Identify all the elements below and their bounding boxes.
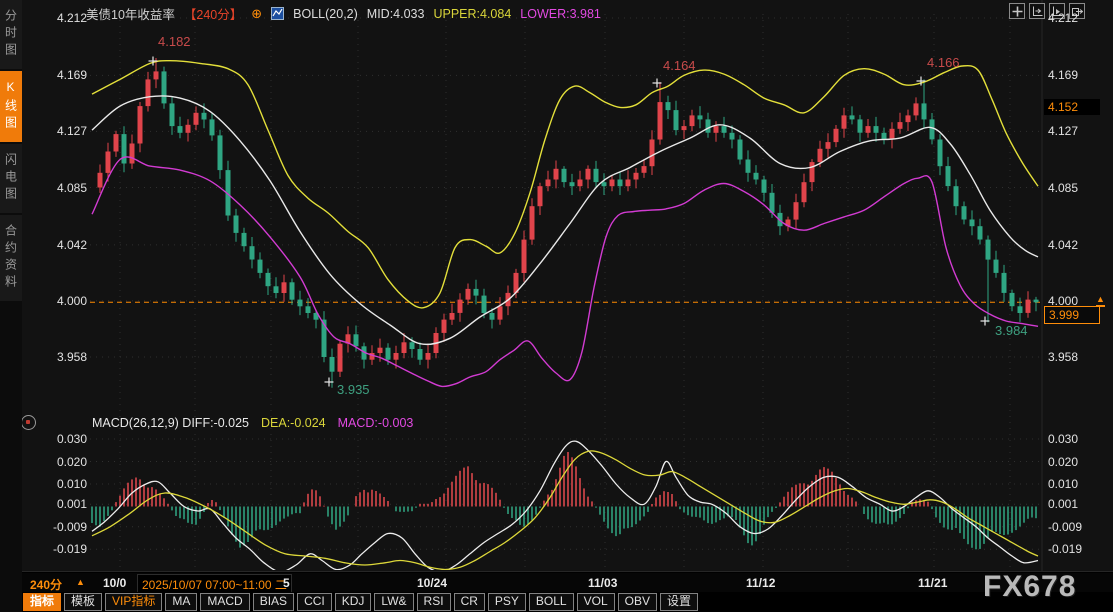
toolbar-button-lw[interactable]: LW& (374, 593, 413, 611)
toolbar-button-cci[interactable]: CCI (297, 593, 332, 611)
sidebar-tab-lightning[interactable]: 闪电图 (0, 144, 22, 213)
sidebar-tab-time-share[interactable]: 分时图 (0, 0, 22, 69)
chart-window-controls (1009, 3, 1085, 19)
toolbar-button-kdj[interactable]: KDJ (335, 593, 372, 611)
toolbar-button-macd[interactable]: MACD (200, 593, 249, 611)
sidebar-tab-contract-info[interactable]: 合约资料 (0, 215, 22, 301)
toolbar-button-obv[interactable]: OBV (618, 593, 657, 611)
toolbar-button-vip-indicator[interactable]: VIP指标 (105, 593, 162, 611)
period-tag[interactable]: 240分 (30, 576, 62, 593)
indicator-toolbar: 指标模板VIP指标MAMACDBIASCCIKDJLW&RSICRPSYBOLL… (0, 592, 1113, 612)
toolbar-button-psy[interactable]: PSY (488, 593, 526, 611)
sidebar-tab-candlestick[interactable]: K线图 (0, 71, 22, 142)
toolbar-button-settings[interactable]: 设置 (660, 593, 698, 611)
toolbar-button-boll[interactable]: BOLL (529, 593, 574, 611)
pop-out-icon[interactable] (1069, 3, 1085, 19)
pane-marker-icon[interactable] (21, 415, 36, 430)
toolbar-button-indicator[interactable]: 指标 (23, 593, 61, 611)
toolbar-button-ma[interactable]: MA (165, 593, 197, 611)
toolbar-button-template[interactable]: 模板 (64, 593, 102, 611)
pan-icon[interactable] (1009, 3, 1025, 19)
axis-expand-icon[interactable] (1049, 3, 1065, 19)
sidebar: 分时图K线图闪电图合约资料 (0, 0, 22, 612)
period-label[interactable]: 【240分】 (184, 4, 242, 23)
axis-compress-icon[interactable] (1029, 3, 1045, 19)
main-chart-canvas[interactable] (0, 0, 1113, 612)
expand-icon[interactable]: ⊕ (251, 6, 262, 22)
toolbar-button-bias[interactable]: BIAS (253, 593, 294, 611)
toolbar-button-cr[interactable]: CR (454, 593, 485, 611)
toolbar-button-rsi[interactable]: RSI (417, 593, 451, 611)
toolbar-button-vol[interactable]: VOL (577, 593, 615, 611)
